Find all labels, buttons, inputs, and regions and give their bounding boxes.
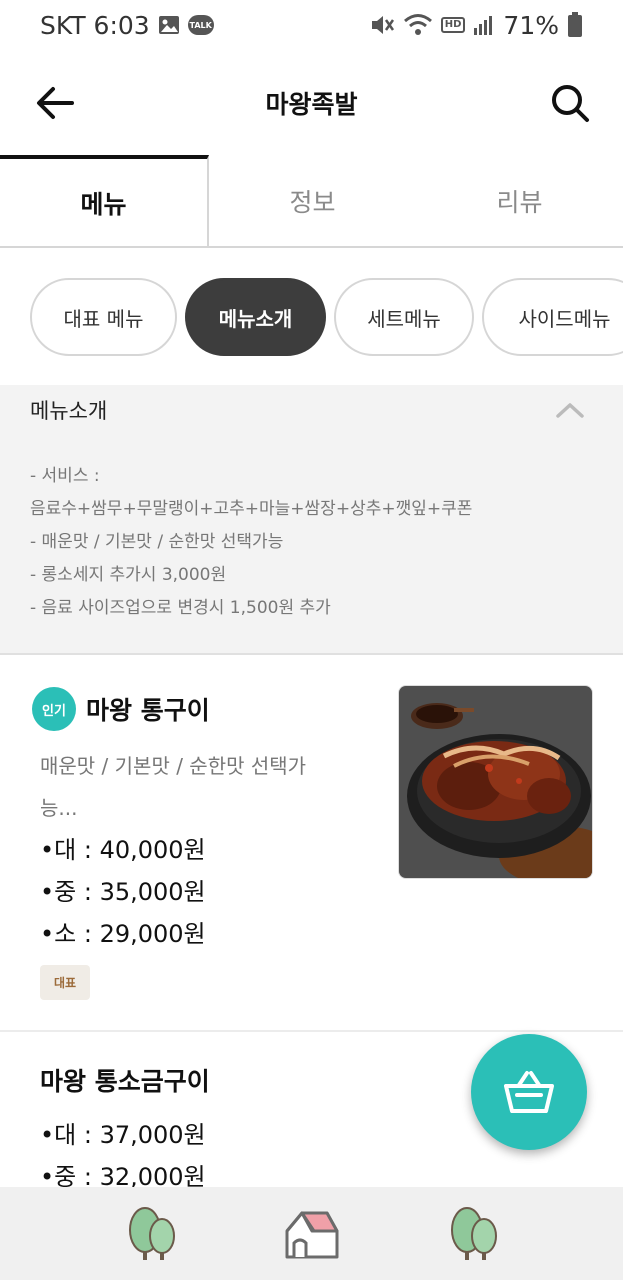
chevron-up-icon — [556, 403, 584, 418]
nav-right-button[interactable] — [428, 1199, 518, 1269]
status-bar: SKT 6:03 TALK HD 71% — [0, 0, 623, 50]
popular-badge: 인기 — [32, 687, 76, 731]
carrier-time: SKT 6:03 — [40, 10, 150, 40]
chip-representative-menu[interactable]: 대표 메뉴 — [30, 278, 177, 356]
chip-side-menu[interactable]: 사이드메뉴 — [482, 278, 623, 356]
menu-item[interactable]: 인기 마왕 통구이 매운맛 / 기본맛 / 순한맛 선택가능... •대 : 4… — [0, 655, 623, 1032]
representative-tag: 대표 — [40, 965, 90, 1000]
chip-set-menu[interactable]: 세트메뉴 — [334, 278, 474, 356]
price-line: •중 : 35,000원 — [40, 878, 206, 906]
tab-info[interactable]: 정보 — [209, 155, 416, 246]
status-right: HD 71% — [369, 11, 583, 40]
search-icon — [552, 84, 589, 122]
signal-icon — [473, 14, 495, 36]
battery-percent: 71% — [503, 10, 559, 40]
battery-icon — [567, 12, 583, 38]
menu-intro-text: - 서비스 : 음료수+쌈무+무말랭이+고추+마늘+쌈장+상추+깻잎+쿠폰 - … — [30, 460, 600, 625]
tree-icon — [128, 1206, 175, 1260]
status-left: SKT 6:03 TALK — [40, 11, 214, 40]
basket-icon — [504, 1071, 554, 1113]
tab-bar: 메뉴 정보 리뷰 — [0, 155, 623, 248]
nav-left-button[interactable] — [106, 1199, 196, 1269]
app-bar: 마왕족발 — [0, 50, 623, 155]
back-button[interactable] — [30, 80, 80, 125]
hd-voice-icon: HD — [440, 17, 466, 33]
price-line: •소 : 29,000원 — [40, 920, 206, 948]
mute-icon — [369, 13, 395, 37]
intro-line: - 서비스 : — [30, 466, 100, 486]
price-list: •대 : 40,000원 •중 : 35,000원 •소 : 29,000원 — [40, 829, 206, 955]
price-line: •대 : 40,000원 — [40, 836, 206, 864]
chip-menu-intro[interactable]: 메뉴소개 — [185, 278, 326, 356]
home-icon — [285, 1211, 338, 1258]
price-line: •대 : 37,000원 — [40, 1121, 206, 1149]
intro-line: - 롱소세지 추가시 3,000원 — [30, 565, 227, 585]
menu-intro-heading: 메뉴소개 — [30, 399, 108, 423]
menu-item-name: 마왕 통구이 — [86, 696, 210, 725]
search-button[interactable] — [545, 80, 595, 125]
intro-line: - 매운맛 / 기본맛 / 순한맛 선택가능 — [30, 532, 284, 552]
tab-menu[interactable]: 메뉴 — [0, 155, 209, 246]
menu-intro-section: 메뉴소개 - 서비스 : 음료수+쌈무+무말랭이+고추+마늘+쌈장+상추+깻잎+… — [0, 385, 623, 655]
tab-review[interactable]: 리뷰 — [416, 155, 623, 246]
menu-item-description: 매운맛 / 기본맛 / 순한맛 선택가능... — [40, 754, 307, 820]
collapse-button[interactable] — [553, 397, 587, 423]
intro-line: 음료수+쌈무+무말랭이+고추+마늘+쌈장+상추+깻잎+쿠폰 — [30, 499, 473, 519]
arrow-left-icon — [37, 86, 74, 119]
image-icon — [158, 15, 180, 35]
talk-icon: TALK — [187, 15, 214, 35]
bottom-nav — [0, 1187, 623, 1280]
tree-icon — [450, 1206, 497, 1260]
wifi-icon — [403, 13, 433, 37]
intro-line: - 음료 사이즈업으로 변경시 1,500원 추가 — [30, 598, 331, 618]
category-chips: 대표 메뉴 메뉴소개 세트메뉴 사이드메뉴 — [0, 248, 623, 385]
cart-button[interactable] — [471, 1034, 587, 1150]
menu-item-name: 마왕 통소금구이 — [40, 1067, 210, 1096]
page-title: 마왕족발 — [265, 89, 358, 119]
price-list: •대 : 37,000원 •중 : 32,000원 — [40, 1114, 206, 1198]
nav-home-button[interactable] — [267, 1199, 357, 1269]
menu-item-photo — [398, 685, 593, 879]
